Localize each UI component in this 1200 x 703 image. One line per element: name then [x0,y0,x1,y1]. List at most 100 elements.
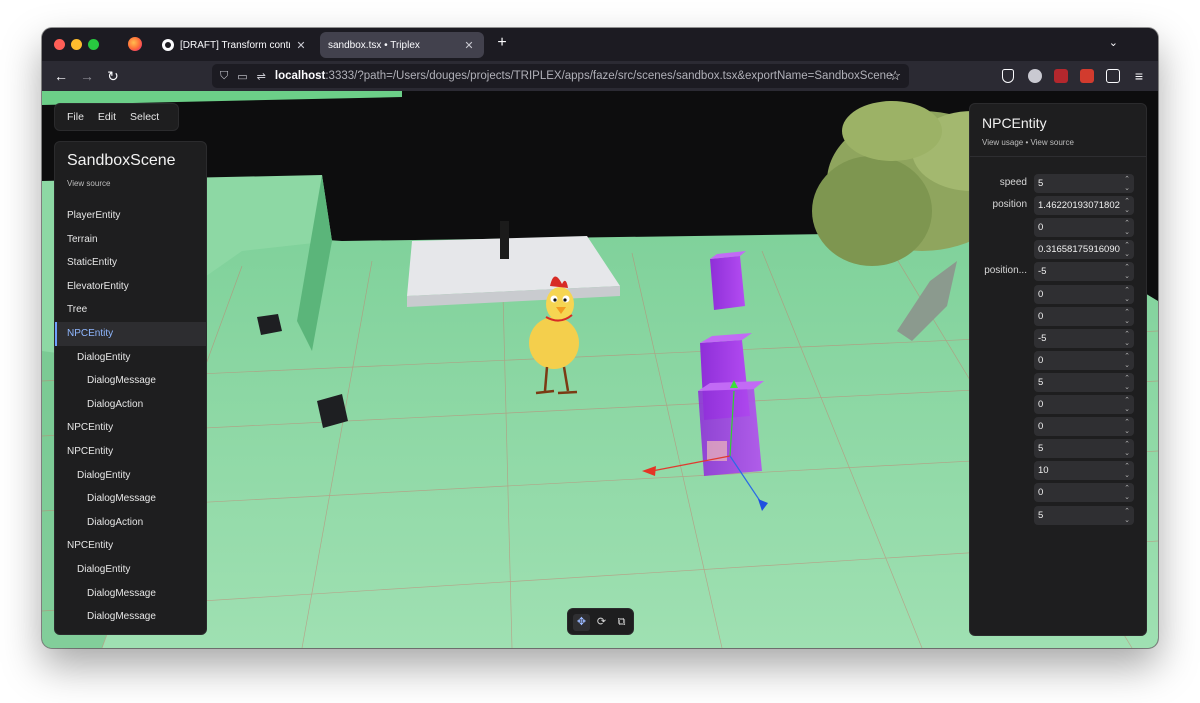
transform-toolbar: ✥ ⟳ ⧉ [567,608,634,635]
translate-tool-icon[interactable]: ✥ [573,614,590,631]
reload-button[interactable]: ↻ [104,67,122,85]
scene-tree-item[interactable]: DialogEntity [55,558,206,582]
pillar-object[interactable] [500,221,509,259]
scene-tree-item[interactable]: Terrain [55,228,206,252]
editor-menubar: File Edit Select [54,103,179,131]
property-number-input[interactable]: 0 ⌃ ⌄ [1034,483,1134,503]
tab-title: [DRAFT] Transform controls UI | [180,39,290,51]
stepper-icon[interactable]: ⌃ ⌄ [1124,395,1130,414]
minimize-window-button[interactable] [71,39,82,50]
scene-tree: PlayerEntity Terrain StaticEntity ElevatorE… [55,204,206,629]
scene-tree-item[interactable]: NPCEntity [55,440,206,464]
close-tab-icon[interactable]: ✕ [462,39,476,52]
scene-tree-item[interactable]: Tree [55,298,206,322]
tab-list-chevron-icon[interactable]: ⌄ [1109,36,1118,49]
react-devtools-icon[interactable] [1080,69,1094,83]
page-icon[interactable]: ▭ [237,70,247,83]
scene-tree-item[interactable]: DialogMessage [55,605,206,629]
menu-edit[interactable]: Edit [98,111,116,123]
property-number-input[interactable]: 5 ⌃ ⌄ [1034,174,1134,193]
stepper-icon[interactable]: ⌃ ⌄ [1124,461,1130,480]
property-number-input[interactable]: -5 ⌃ ⌄ [1034,328,1134,348]
scene-tree-item[interactable]: DialogMessage [55,582,206,606]
scene-tree-item[interactable]: StaticEntity [55,251,206,275]
stepper-icon[interactable]: ⌃ ⌄ [1124,506,1130,525]
account-icon[interactable] [1028,69,1042,83]
scene-tree-item[interactable]: DialogEntity [55,346,206,370]
property-number-input[interactable]: -5 ⌃ ⌄ [1034,262,1134,282]
app-menu-icon[interactable]: ≡ [1130,67,1148,85]
property-number-input[interactable]: 1.46220193071802 ⌃ ⌄ [1034,196,1134,216]
menu-file[interactable]: File [67,111,84,123]
property-value: 0 [1038,421,1044,433]
property-number-input[interactable]: 0 ⌃ ⌄ [1034,395,1134,414]
scene-tree-item[interactable]: NPCEntity [55,416,206,440]
paving-platform [407,236,620,296]
stepper-icon[interactable]: ⌃ ⌄ [1124,196,1130,215]
zoom-window-button[interactable] [88,39,99,50]
view-source-link[interactable]: View source [67,179,110,188]
property-value: 0 [1038,288,1044,300]
npc-box-selected[interactable] [698,381,764,476]
scene-tree-item[interactable]: PlayerEntity [55,204,206,228]
stepper-icon[interactable]: ⌃ ⌄ [1124,373,1130,392]
back-button[interactable]: ← [52,67,70,85]
stepper-icon[interactable]: ⌃ ⌄ [1124,262,1130,281]
scene-tree-panel: SandboxScene View source PlayerEntity Ter… [54,141,207,635]
scene-tree-item[interactable]: DialogMessage [55,487,206,511]
url-path: :3333/?path=/Users/douges/projects/TRIPL… [325,70,893,82]
scene-viewport[interactable]: File Edit Select SandboxScene View sourc… [42,91,1158,648]
close-tab-icon[interactable]: ✕ [294,39,308,52]
tab-triplex-active[interactable]: sandbox.tsx • Triplex ✕ [320,32,484,58]
property-number-input[interactable]: 0 ⌃ ⌄ [1034,284,1134,304]
scene-tree-item[interactable]: DialogMessage [55,369,206,393]
stepper-icon[interactable]: ⌃ ⌄ [1124,439,1130,458]
stepper-icon[interactable]: ⌃ ⌄ [1124,285,1130,304]
property-value: 10 [1038,465,1049,477]
new-tab-button[interactable]: + [492,34,512,52]
stepper-icon[interactable]: ⌃ ⌄ [1124,174,1130,193]
scene-tree-item[interactable]: DialogAction [55,393,206,417]
rotate-tool-icon[interactable]: ⟳ [593,614,610,631]
extensions-icon[interactable] [1106,69,1120,83]
stepper-icon[interactable]: ⌃ ⌄ [1124,351,1130,370]
shield-icon[interactable]: ⛉ [220,70,228,83]
property-label: position... [984,265,1027,277]
tab-github-draft[interactable]: [DRAFT] Transform controls UI | ✕ [154,32,316,58]
stepper-icon[interactable]: ⌃ ⌄ [1124,218,1130,237]
scene-tree-item[interactable]: DialogAction [55,511,206,535]
property-number-input[interactable]: 10 ⌃ ⌄ [1034,461,1134,481]
close-window-button[interactable] [54,39,65,50]
stepper-icon[interactable]: ⌃ ⌄ [1124,483,1130,502]
property-number-input[interactable]: 0 ⌃ ⌄ [1034,417,1134,437]
property-value: 5 [1038,376,1044,388]
forward-button[interactable]: → [78,67,96,85]
stepper-icon[interactable]: ⌃ ⌄ [1124,329,1130,348]
property-value: 0 [1038,354,1044,366]
stepper-icon[interactable]: ⌃ ⌄ [1124,307,1130,326]
menu-select[interactable]: Select [130,111,159,123]
property-number-input[interactable]: 0 ⌃ ⌄ [1034,350,1134,370]
stepper-icon[interactable]: ⌃ ⌄ [1124,417,1130,436]
ublock-icon[interactable] [1054,69,1068,83]
property-number-input[interactable]: 5 ⌃ ⌄ [1034,372,1134,392]
property-number-input[interactable]: 0 ⌃ ⌄ [1034,306,1134,326]
pocket-icon[interactable] [1002,69,1014,83]
firefox-icon[interactable] [128,37,142,51]
scene-tree-item[interactable]: NPCEntity [55,321,206,346]
property-number-input[interactable]: 5 ⌃ ⌄ [1034,505,1134,525]
url-bar[interactable]: ⛉ ▭ ⇌ localhost :3333/?path=/Users/douge… [212,64,909,88]
entity-links[interactable]: View usage • View source [982,138,1074,147]
property-number-input[interactable]: 5 ⌃ ⌄ [1034,439,1134,459]
property-value: 0 [1038,487,1044,499]
property-number-input[interactable]: 0 ⌃ ⌄ [1034,218,1134,238]
stepper-icon[interactable]: ⌃ ⌄ [1124,240,1130,259]
permissions-icon[interactable]: ⇌ [257,70,266,83]
property-number-input[interactable]: 0.31658175916090 ⌃ ⌄ [1034,240,1134,260]
scene-tree-item[interactable]: NPCEntity [55,534,206,558]
bookmark-star-icon[interactable]: ☆ [889,68,901,84]
scene-tree-item[interactable]: ElevatorEntity [55,275,206,299]
property-value: 0 [1038,399,1044,410]
scene-tree-item[interactable]: DialogEntity [55,464,206,488]
scale-tool-icon[interactable]: ⧉ [613,614,630,631]
